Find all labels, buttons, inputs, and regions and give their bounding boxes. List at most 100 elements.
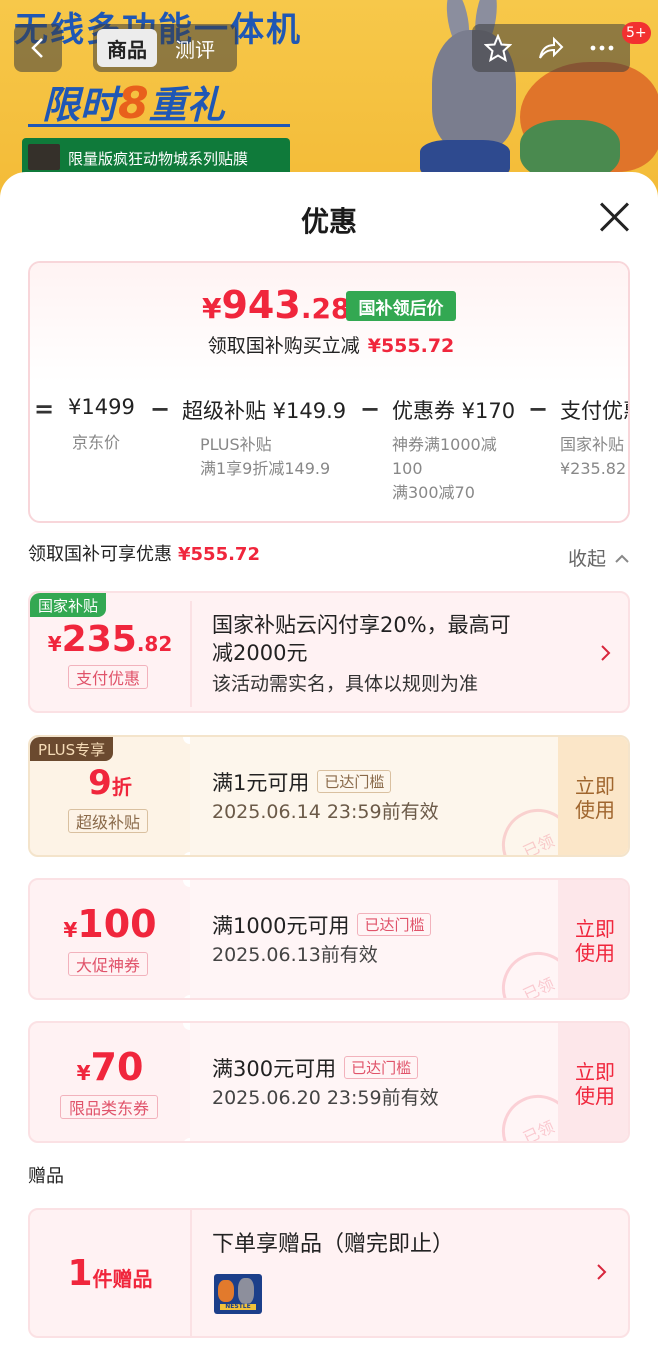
page-tabs: 商品 测评 bbox=[93, 24, 237, 72]
gift-section-label: 赠品 bbox=[28, 1166, 64, 1187]
close-icon[interactable] bbox=[598, 200, 630, 232]
coupon-amount-int: 9 bbox=[88, 763, 112, 803]
final-price-currency: ¥ bbox=[202, 292, 222, 325]
coupon-title-text: 满1元可用 bbox=[212, 771, 310, 795]
formula-subtext: ¥235.82 bbox=[560, 459, 627, 478]
coupon-amount: ¥235.82 bbox=[30, 619, 190, 660]
gift-thumb-text: NESTLE bbox=[225, 1303, 251, 1310]
coupon-title: 满1000元可用 已达门槛 bbox=[212, 910, 432, 940]
gov-subsidy-tag: 国家补贴 bbox=[30, 593, 107, 617]
coupon-promo-100[interactable]: ¥100 大促神券 满1000元可用 已达门槛 2025.06.13前有效 已领 … bbox=[28, 878, 630, 1000]
coupon-sublabel: 限品类东券 bbox=[60, 1095, 158, 1119]
promo-after: 重礼 bbox=[148, 83, 225, 127]
formula-subtext: 国家补贴 bbox=[560, 435, 625, 454]
formula-subtext: 神券满1000减 bbox=[392, 435, 497, 454]
action-pill bbox=[472, 24, 630, 72]
coupon-currency: ¥ bbox=[76, 1061, 91, 1085]
banner-film-strip: 限量版疯狂动物城系列贴膜 bbox=[22, 138, 290, 176]
formula-term: 优惠券 ¥170 bbox=[392, 399, 516, 423]
coupon-amount-int: 70 bbox=[90, 1045, 144, 1089]
use-now-button[interactable]: 立即 使用 bbox=[558, 1023, 628, 1141]
coupon-title: 满1元可用 已达门槛 bbox=[212, 767, 392, 797]
formula-operator: − bbox=[150, 395, 171, 423]
collapse-label: 收起 bbox=[568, 548, 607, 570]
section-label-text: 领取国补可享优惠 bbox=[28, 544, 172, 565]
reduce-text: 领取国补购买立减 bbox=[207, 335, 360, 357]
coupon-amount-dec: .82 bbox=[136, 632, 173, 656]
chevron-right-icon bbox=[601, 645, 611, 661]
coupon-amount-int: 235 bbox=[61, 619, 137, 660]
fox-shirt-art bbox=[520, 120, 620, 180]
use-now-button[interactable]: 立即 使用 bbox=[558, 880, 628, 998]
section-amount: ¥555.72 bbox=[178, 544, 260, 565]
coupon-title: 减2000元 bbox=[212, 641, 308, 665]
use-label: 使用 bbox=[575, 1084, 615, 1108]
gift-thumbnail[interactable]: NESTLE bbox=[214, 1274, 262, 1314]
formula-term: 支付优惠 bbox=[560, 399, 628, 423]
sheet-title: 优惠 bbox=[300, 205, 357, 238]
coupon-amount-unit: 折 bbox=[111, 775, 132, 799]
gov-price-tag: 国补领后价 bbox=[346, 291, 456, 321]
star-icon[interactable] bbox=[482, 32, 514, 64]
threshold-reached-tag: 已达门槛 bbox=[357, 913, 432, 936]
back-button[interactable] bbox=[14, 24, 62, 72]
use-label: 立即 bbox=[575, 774, 615, 798]
gov-subsidy-section-label: 领取国补可享优惠 ¥555.72 bbox=[28, 540, 260, 566]
coupon-plus-discount[interactable]: PLUS专享 9折 超级补贴 满1元可用 已达门槛 2025.06.14 23:5… bbox=[28, 735, 630, 857]
formula-subtext: PLUS补贴 bbox=[200, 435, 272, 454]
coupon-body: 满1元可用 已达门槛 2025.06.14 23:59前有效 已领 立即 使用 bbox=[190, 737, 628, 855]
film-thumb-icon bbox=[28, 144, 60, 170]
chevron-right-icon bbox=[597, 1264, 607, 1280]
tab-review[interactable]: 测评 bbox=[167, 29, 223, 67]
coupon-title: 国家补贴云闪付享20%，最高可 bbox=[212, 613, 511, 637]
price-summary-card: ¥943.28 国补领后价 领取国补购买立减 ¥555.72 = ¥1499 京东… bbox=[28, 261, 630, 523]
collapse-button[interactable]: 收起 bbox=[568, 544, 630, 571]
banner-promo: 限时8重礼 bbox=[42, 74, 225, 129]
formula-term: ¥1499 bbox=[68, 395, 135, 419]
gift-count: 1 件赠品 bbox=[30, 1210, 190, 1336]
tab-product[interactable]: 商品 bbox=[97, 29, 157, 67]
coupon-expiry: 2025.06.14 23:59前有效 bbox=[212, 801, 439, 823]
share-icon[interactable] bbox=[534, 32, 566, 64]
gift-card[interactable]: 1 件赠品 下单享赠品（赠完即止） NESTLE bbox=[28, 1208, 630, 1338]
chevron-left-icon bbox=[31, 38, 43, 58]
message-count-badge: 5+ bbox=[622, 22, 651, 44]
price-formula: = ¥1499 京东价 − 超级补贴 ¥149.9 PLUS补贴 满1享9折减1… bbox=[30, 381, 628, 521]
promo-eight: 8 bbox=[118, 78, 149, 129]
formula-operator: = bbox=[34, 395, 55, 423]
final-price-int: 943 bbox=[221, 283, 301, 327]
gift-count-unit: 件赠品 bbox=[92, 1266, 153, 1291]
coupon-sublabel: 支付优惠 bbox=[68, 665, 148, 689]
coupon-currency: ¥ bbox=[63, 918, 78, 942]
thumb-bunny-art bbox=[238, 1278, 254, 1304]
use-label: 使用 bbox=[575, 941, 615, 965]
reduce-amount: ¥555.72 bbox=[367, 335, 455, 357]
formula-operator: − bbox=[360, 395, 381, 423]
coupon-category-70[interactable]: ¥70 限品类东券 满300元可用 已达门槛 2025.06.20 23:59前有… bbox=[28, 1021, 630, 1143]
formula-subtext: 满300减70 bbox=[392, 483, 475, 502]
coupon-title: 满300元可用 已达门槛 bbox=[212, 1053, 419, 1083]
coupon-gov-subsidy[interactable]: 国家补贴 ¥235.82 支付优惠 国家补贴云闪付享20%，最高可 减2000元… bbox=[28, 591, 630, 713]
formula-operator: − bbox=[528, 395, 549, 423]
film-strip-label: 限量版疯狂动物城系列贴膜 bbox=[68, 150, 249, 168]
coupon-expiry: 2025.06.13前有效 bbox=[212, 944, 378, 966]
coupon-body: 满1000元可用 已达门槛 2025.06.13前有效 已领 立即 使用 bbox=[190, 880, 628, 998]
banner-underline bbox=[28, 124, 290, 127]
use-label: 使用 bbox=[575, 798, 615, 822]
use-label: 立即 bbox=[575, 917, 615, 941]
coupon-amount: ¥70 bbox=[30, 1045, 190, 1089]
coupon-desc: 该活动需实名，具体以规则为准 bbox=[212, 673, 479, 695]
formula-subtext: 100 bbox=[392, 459, 423, 478]
plus-exclusive-tag: PLUS专享 bbox=[30, 737, 114, 761]
use-now-button[interactable]: 立即 使用 bbox=[558, 737, 628, 855]
coupon-amount: 9折 bbox=[30, 763, 190, 803]
formula-subtext: 满1享9折减149.9 bbox=[200, 459, 331, 478]
promo-before: 限时 bbox=[42, 83, 119, 127]
coupon-body: 国家补贴云闪付享20%，最高可 减2000元 该活动需实名，具体以规则为准 bbox=[190, 593, 628, 711]
coupon-title-text: 满1000元可用 bbox=[212, 914, 350, 938]
threshold-reached-tag: 已达门槛 bbox=[317, 770, 392, 793]
coupon-sublabel: 超级补贴 bbox=[68, 809, 148, 833]
coupon-title-text: 满300元可用 bbox=[212, 1057, 337, 1081]
coupon-sublabel: 大促神券 bbox=[68, 952, 148, 976]
more-icon[interactable] bbox=[586, 32, 618, 64]
